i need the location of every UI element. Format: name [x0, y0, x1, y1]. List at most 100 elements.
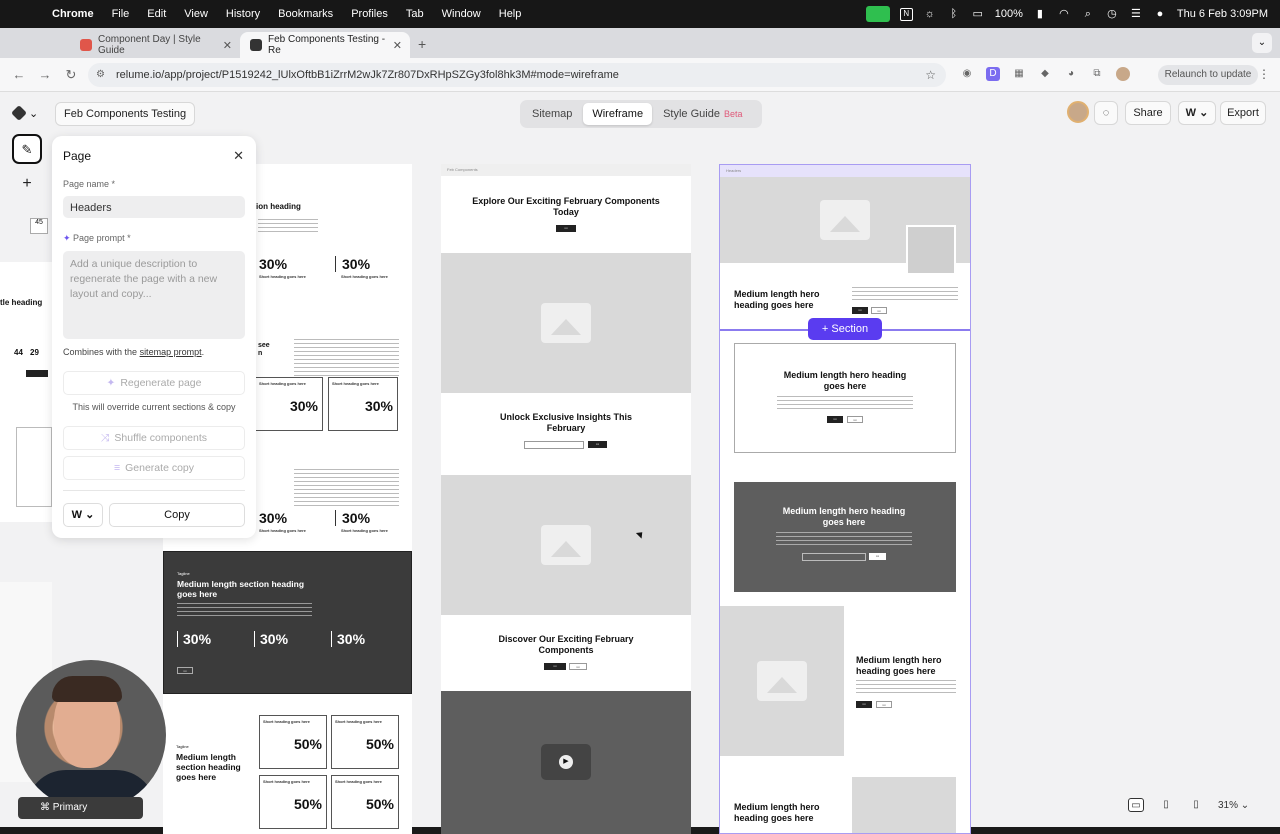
add-section-button[interactable]: + Section	[808, 318, 882, 340]
sitemap-prompt-link[interactable]: sitemap prompt	[140, 347, 202, 357]
more-icon[interactable]: ⋮	[1258, 67, 1270, 81]
menu-history[interactable]: History	[226, 8, 260, 20]
image-icon	[820, 200, 870, 240]
tab-wireframe[interactable]: Wireframe	[583, 103, 653, 125]
menu-help[interactable]: Help	[499, 8, 522, 20]
camera-ext-icon[interactable]: ◉	[960, 67, 974, 81]
video-thumb: ▶	[541, 744, 591, 780]
copy-button[interactable]: Copy	[109, 503, 245, 527]
menu-app[interactable]: Chrome	[52, 8, 94, 20]
stat-label: Short heading goes here	[335, 779, 382, 784]
comments-button[interactable]: ◌	[1094, 101, 1118, 125]
profile-avatar[interactable]	[1116, 67, 1130, 81]
button-label: Regenerate page	[120, 377, 202, 389]
mini-button	[26, 370, 48, 377]
sparkle-icon: ✦	[106, 377, 116, 389]
siri-icon[interactable]: ●	[1153, 7, 1167, 21]
cube-ext-icon[interactable]: ◆	[1038, 67, 1052, 81]
menu-file[interactable]: File	[112, 8, 130, 20]
relume-menu-button[interactable]: ⌄	[11, 102, 42, 124]
bookmark-star-icon[interactable]: ☆	[925, 63, 936, 87]
share-button[interactable]: Share	[1125, 101, 1171, 125]
page-prompt-textarea[interactable]: Add a unique description to regenerate t…	[63, 251, 245, 339]
site-info-icon[interactable]: ⚙	[96, 63, 105, 87]
tab-style-guide[interactable]: Component Day | Style Guide ✕	[70, 32, 240, 58]
mini-stat: 45	[30, 218, 48, 234]
wifi-icon[interactable]: ◠	[1057, 7, 1071, 21]
camera-icon[interactable]	[865, 6, 890, 22]
menu-profiles[interactable]: Profiles	[351, 8, 388, 20]
d-ext-icon[interactable]: D	[986, 67, 1000, 81]
menu-tab[interactable]: Tab	[406, 8, 424, 20]
tablet-icon[interactable]: ▯	[1158, 798, 1174, 812]
image-icon	[541, 303, 591, 343]
tab-style-guide[interactable]: Style Guide Beta	[654, 103, 751, 125]
menu-view[interactable]: View	[184, 8, 208, 20]
shuffle-components-button[interactable]: ⤨ Shuffle components	[63, 426, 245, 450]
lorem-text	[177, 603, 312, 617]
mobile-icon[interactable]: ▯	[1188, 798, 1204, 812]
stat-label: Short heading goes here	[263, 719, 310, 724]
relume-favicon-icon	[250, 39, 262, 51]
mini-num: 44	[14, 348, 23, 357]
tab-title: Component Day | Style Guide	[98, 34, 201, 56]
menu-bookmarks[interactable]: Bookmarks	[278, 8, 333, 20]
timemachine-icon[interactable]: ◷	[1105, 7, 1119, 21]
notion-icon[interactable]: N	[899, 7, 913, 21]
url-bar[interactable]: ⚙ relume.io/app/project/P1519242_lUlxOft…	[88, 63, 946, 87]
zoom-level[interactable]: 31% ⌄	[1218, 800, 1249, 811]
reload-icon[interactable]: ↻	[64, 67, 78, 83]
close-icon[interactable]: ✕	[233, 148, 244, 164]
stat-label: Short heading goes here	[259, 381, 306, 386]
battery-icon[interactable]: ▮	[1033, 7, 1047, 21]
tab-sitemap[interactable]: Sitemap	[523, 103, 581, 125]
puzzle-icon[interactable]: ⧉	[1090, 67, 1104, 81]
new-tab-icon[interactable]: +	[418, 36, 426, 52]
bluetooth-icon[interactable]: ᛒ	[947, 7, 961, 21]
search-icon[interactable]: ⌕	[1081, 7, 1095, 21]
mini-button: ▭	[871, 307, 887, 314]
macos-menubar: Chrome File Edit View History Bookmarks …	[0, 0, 1280, 28]
lorem-text	[294, 339, 399, 379]
keyboard-icon[interactable]: ▭	[971, 7, 985, 21]
stat-value: 50%	[293, 736, 322, 752]
menu-window[interactable]: Window	[442, 8, 481, 20]
primary-button[interactable]: ⌘ Primary	[18, 797, 143, 819]
regenerate-page-button[interactable]: ✦ Regenerate page	[63, 371, 245, 395]
stat-value: 30%	[259, 256, 288, 272]
chevron-down-icon[interactable]: ⌄	[1252, 33, 1272, 53]
tab-label: Style Guide	[663, 108, 720, 120]
back-icon[interactable]: ←	[12, 67, 26, 82]
close-icon[interactable]: ✕	[393, 39, 402, 52]
webflow-select[interactable]: W ⌄	[63, 503, 103, 527]
export-button[interactable]: Export	[1220, 101, 1266, 125]
add-button[interactable]: +	[12, 170, 42, 200]
control-center-icon[interactable]: ☰	[1129, 7, 1143, 21]
plus-icon: +	[821, 323, 832, 335]
generate-copy-button[interactable]: ≡ Generate copy	[63, 456, 245, 480]
close-icon[interactable]: ✕	[223, 39, 232, 52]
lorem-text	[258, 219, 318, 233]
color-ext-icon[interactable]: ◕	[1064, 67, 1078, 81]
extensions: ◉ D ▦ ◆ ◕ ⧉	[960, 67, 1130, 81]
override-warning: This will override current sections & co…	[72, 402, 236, 412]
tab-feb-components[interactable]: Feb Components Testing - Re ✕	[240, 32, 410, 58]
wireframe-page-3[interactable]: Headers Medium length hero heading goes …	[719, 164, 971, 834]
project-name-button[interactable]: Feb Components Testing	[55, 102, 196, 126]
desktop-icon[interactable]: ▭	[1128, 798, 1144, 812]
brightness-icon[interactable]: ☼	[923, 7, 937, 21]
play-icon[interactable]: ▶	[559, 755, 573, 769]
wireframe-page-2[interactable]: Feb Components Explore Our Exciting Febr…	[441, 164, 691, 834]
lorem-text	[777, 396, 913, 410]
page-prompt-label: ✦ Page prompt *	[63, 233, 131, 244]
zoom-controls: ▭ ▯ ▯ 31% ⌄	[1128, 795, 1268, 815]
menu-edit[interactable]: Edit	[147, 8, 166, 20]
ai-wand-button[interactable]: ✎	[12, 134, 42, 164]
layout-ext-icon[interactable]: ▦	[1012, 67, 1026, 81]
page-name-input[interactable]: Headers	[63, 196, 245, 218]
relaunch-button[interactable]: Relaunch to update	[1158, 65, 1258, 85]
forward-icon[interactable]: →	[38, 67, 52, 82]
webflow-button[interactable]: W ⌄	[1178, 101, 1216, 125]
user-avatar[interactable]	[1067, 101, 1089, 123]
mini-button: ▭	[847, 416, 863, 423]
